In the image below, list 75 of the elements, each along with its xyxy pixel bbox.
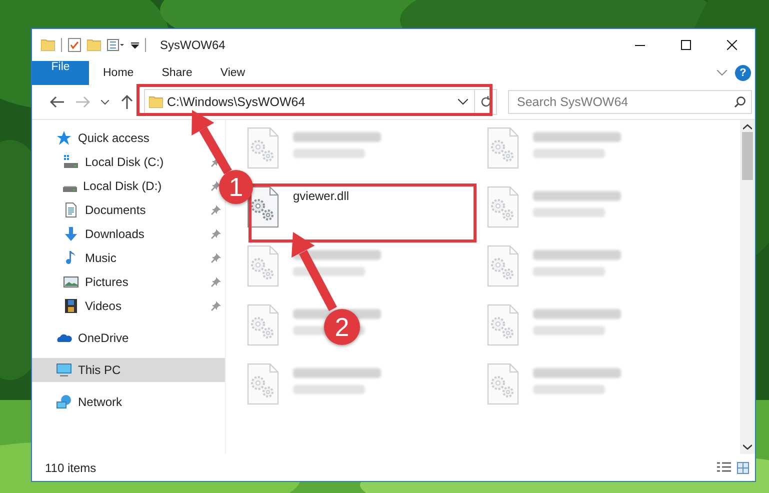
address-path: C:\Windows\SysWOW64 xyxy=(167,95,306,109)
maximize-icon xyxy=(681,40,691,50)
ribbon-tab[interactable]: Home xyxy=(89,61,148,85)
search-icon[interactable] xyxy=(734,96,746,108)
file-name[interactable]: gviewer.dll xyxy=(293,189,350,203)
search-field[interactable]: Search SysWOW64 xyxy=(508,90,752,114)
arrow xyxy=(192,110,232,174)
refresh-icon xyxy=(480,96,492,108)
drive-icon xyxy=(63,186,77,192)
help-button[interactable]: ? xyxy=(735,65,751,81)
address-field[interactable]: C:\Windows\SysWOW64 xyxy=(144,89,497,115)
gear-file-icon xyxy=(247,304,279,346)
sidebar-item[interactable]: Music xyxy=(32,246,211,270)
file-menu-button[interactable]: File xyxy=(32,61,89,85)
close-icon xyxy=(727,40,737,50)
pin-icon[interactable] xyxy=(211,277,221,287)
sidebar-item[interactable]: Videos xyxy=(32,294,211,318)
blurred-text xyxy=(533,267,605,276)
scroll-down-icon[interactable] xyxy=(743,444,752,450)
sidebar-item[interactable]: Quick access xyxy=(32,126,225,150)
blurred-text xyxy=(533,385,605,394)
minimize-icon xyxy=(635,44,645,46)
ribbon-tab[interactable]: View xyxy=(206,61,260,85)
scroll-thumb[interactable] xyxy=(742,132,753,180)
scrollbar[interactable] xyxy=(740,120,755,454)
properties-icon[interactable] xyxy=(107,39,125,51)
document-icon xyxy=(63,202,79,218)
blurred-text xyxy=(533,149,605,158)
gear-file-icon xyxy=(247,127,279,169)
chevron-icon[interactable] xyxy=(717,70,727,76)
blurred-text xyxy=(533,208,605,217)
scroll-up-icon[interactable] xyxy=(743,124,752,130)
sidebar-item[interactable]: OneDrive xyxy=(32,326,225,350)
drive-icon xyxy=(63,154,79,170)
ribbon-tab[interactable]: Share xyxy=(148,61,206,85)
pin-icon[interactable] xyxy=(211,253,221,263)
blurred-text xyxy=(293,149,365,158)
folder-icon xyxy=(149,96,163,108)
gear-file-icon xyxy=(487,304,519,346)
pin-icon[interactable] xyxy=(211,181,221,191)
large-icons-view-icon[interactable] xyxy=(737,462,749,474)
blurred-text xyxy=(293,385,365,394)
network-icon xyxy=(56,394,72,410)
gear-file-icon xyxy=(247,363,279,405)
sidebar-item[interactable]: Network xyxy=(32,390,225,414)
blurred-text xyxy=(533,326,605,335)
star-icon xyxy=(56,130,72,146)
sidebar-item[interactable]: Local Disk (C:) xyxy=(32,150,211,174)
monitor-icon xyxy=(56,362,72,378)
gear-file-icon xyxy=(487,186,519,228)
film-icon xyxy=(63,298,79,314)
checklist-icon[interactable] xyxy=(68,38,81,52)
up-arrow-icon xyxy=(121,95,133,109)
gear-file-icon xyxy=(487,245,519,287)
gear-file-icon xyxy=(487,363,519,405)
forward-arrow-icon xyxy=(76,96,90,108)
gear-file-icon xyxy=(487,127,519,169)
gear-file-icon xyxy=(247,245,279,287)
window-title: SysWOW64 xyxy=(160,38,226,52)
sidebar-item[interactable]: This PC xyxy=(32,358,225,382)
item-count: 110 items xyxy=(45,460,96,474)
sidebar-item[interactable]: Downloads xyxy=(32,222,211,246)
download-icon xyxy=(63,226,79,242)
picture-icon xyxy=(63,274,79,290)
sidebar-item[interactable]: Local Disk (D:) xyxy=(32,174,211,198)
caret-icon xyxy=(101,100,109,104)
sidebar-item[interactable]: Documents xyxy=(32,198,211,222)
dropdown-icon[interactable] xyxy=(131,41,139,49)
details-view-icon[interactable] xyxy=(717,462,731,474)
back-arrow-icon xyxy=(50,96,64,108)
pin-icon[interactable] xyxy=(211,229,221,239)
sidebar-item[interactable]: Pictures xyxy=(32,270,211,294)
dropdown-icon[interactable] xyxy=(458,99,468,105)
pin-icon[interactable] xyxy=(211,205,221,215)
pin-icon[interactable] xyxy=(211,301,221,311)
